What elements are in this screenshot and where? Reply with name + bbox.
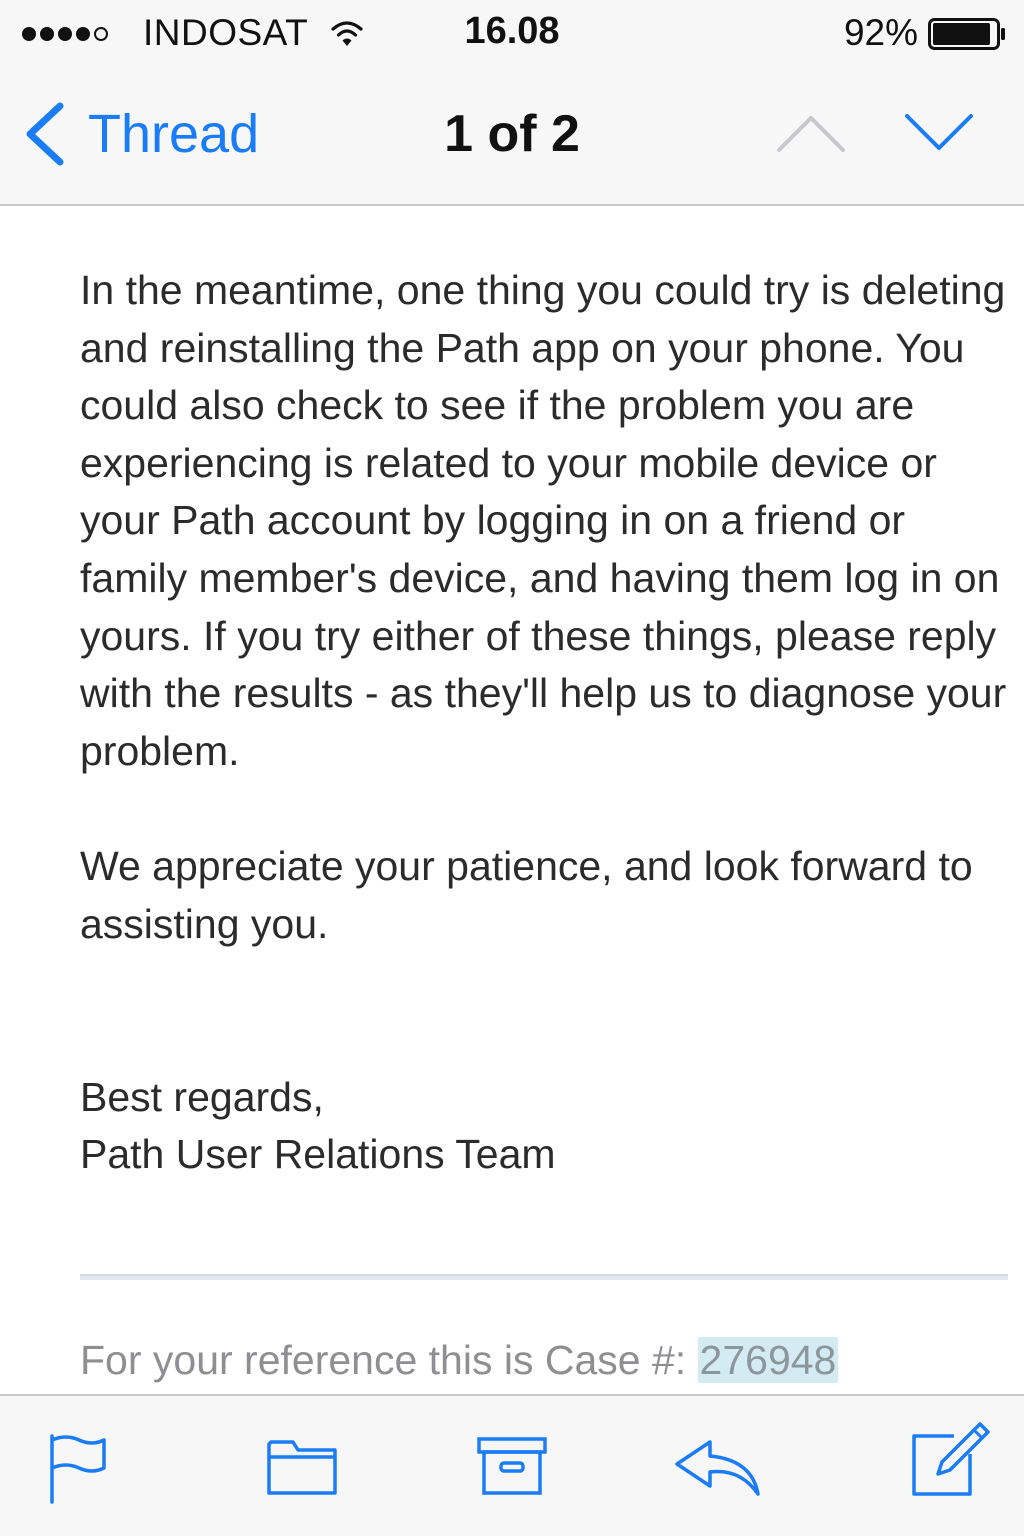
wifi-icon — [330, 18, 364, 48]
battery-percentage: 92% — [843, 12, 918, 53]
flag-button[interactable] — [46, 1432, 110, 1504]
chevron-down-icon — [905, 114, 973, 150]
archive-button[interactable] — [476, 1436, 548, 1496]
signal-dot — [40, 27, 54, 41]
signal-strength-indicator — [22, 26, 108, 42]
message-paragraph: We appreciate your patience, and look fo… — [80, 843, 973, 947]
compose-button[interactable] — [908, 1418, 992, 1498]
case-reference-label: For your reference this is Case #: — [80, 1337, 698, 1383]
thread-position-title: 1 of 2 — [444, 105, 580, 163]
signoff: Best regards, — [80, 1073, 324, 1120]
battery-level-fill — [933, 23, 990, 45]
message-paragraph: In the meantime, one thing you could try… — [80, 267, 1007, 774]
archive-icon — [477, 1437, 547, 1495]
move-to-folder-button[interactable] — [266, 1436, 338, 1496]
compose-icon — [912, 1422, 990, 1496]
status-bar: INDOSAT 16.08 92% — [0, 0, 1024, 68]
previous-message-button[interactable] — [776, 112, 846, 154]
signature: Path User Relations Team — [80, 1131, 556, 1178]
signal-dot — [22, 27, 36, 41]
navigation-bar: Thread 1 of 2 — [0, 68, 1024, 204]
signal-dot — [76, 27, 90, 41]
flag-icon — [50, 1434, 106, 1504]
chevron-left-icon — [22, 101, 66, 167]
message-toolbar — [0, 1394, 1024, 1536]
status-time: 16.08 — [464, 10, 560, 52]
case-reference: For your reference this is Case #: 27694… — [80, 1330, 839, 1390]
back-button[interactable]: Thread — [22, 98, 259, 170]
signal-dot — [58, 27, 72, 41]
carrier-name: INDOSAT — [143, 12, 309, 53]
next-message-button[interactable] — [904, 112, 974, 154]
message-body: In the meantime, one thing you could try… — [80, 262, 1010, 1184]
message-divider — [80, 1274, 1008, 1280]
top-chrome: INDOSAT 16.08 92% Thread 1 of 2 — [0, 0, 1024, 206]
signal-dot-empty — [94, 27, 108, 41]
back-button-label: Thread — [88, 104, 260, 164]
reply-icon — [675, 1440, 760, 1496]
case-number[interactable]: 276948 — [697, 1337, 839, 1383]
battery-icon — [928, 18, 1008, 50]
chevron-up-icon — [777, 116, 845, 152]
reply-button[interactable] — [672, 1438, 762, 1496]
folder-icon — [267, 1440, 337, 1495]
